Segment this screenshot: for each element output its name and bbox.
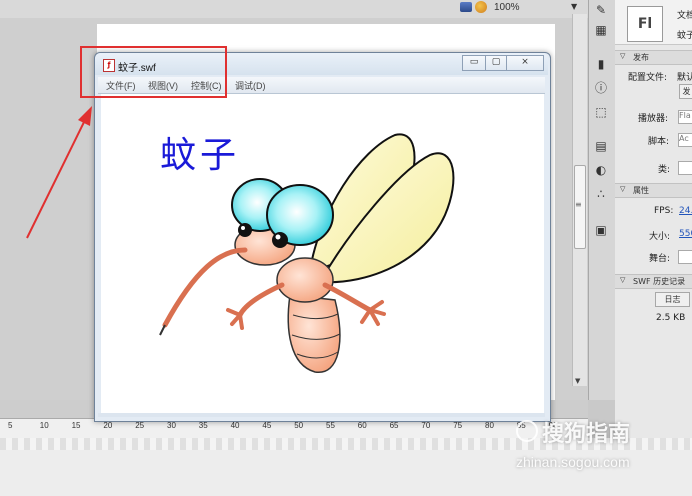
info-icon[interactable]: ⓘ <box>593 80 609 96</box>
watermark-url: zhinan.sogou.com <box>516 454 630 470</box>
ruler-tick-label: 75 <box>453 421 463 430</box>
ruler-tick-label: 45 <box>262 421 272 430</box>
file-size: 2.5 KB <box>656 313 686 323</box>
highlight-box <box>80 46 227 98</box>
ruler-labels: 5 10 15 20 25 30 35 40 45 50 55 60 65 70 75 80 85 90 <box>0 421 588 433</box>
ruler-tick-label: 55 <box>326 421 335 430</box>
section-swf-history[interactable]: ▽ SWF 历史记录 <box>615 274 692 289</box>
brush-tool-icon[interactable]: ✎ <box>593 2 609 18</box>
ruler-tick-label: 20 <box>103 421 113 430</box>
ruler-tick-label: 50 <box>294 421 304 430</box>
color-icon[interactable]: ◐ <box>593 162 609 178</box>
doc-type-label: 文档 <box>677 11 692 21</box>
collapse-icon[interactable]: ▽ <box>620 185 625 193</box>
edit-scene-icon[interactable] <box>460 2 472 12</box>
ruler-tick-label: 15 <box>71 421 81 430</box>
zoom-controls[interactable]: 100% <box>460 0 520 14</box>
player-label: 播放器: <box>638 114 669 124</box>
ruler-tick-label: 25 <box>135 421 145 430</box>
ruler-tick-label: 30 <box>167 421 176 430</box>
size-label: 大小: <box>649 232 671 242</box>
collapse-icon[interactable]: ▽ <box>620 276 625 284</box>
chevron-down-icon[interactable]: ▼ <box>571 2 577 11</box>
size-value[interactable]: 550 <box>679 229 692 239</box>
ruler-tick-label: 70 <box>421 421 431 430</box>
component-icon[interactable]: ▦ <box>593 22 609 38</box>
swatches-icon[interactable]: ∴ <box>593 186 609 202</box>
stage-label: 舞台: <box>649 254 671 264</box>
script-select[interactable]: Ac <box>678 133 692 147</box>
ruler-tick-label: 40 <box>230 421 240 430</box>
fps-value[interactable]: 24. <box>679 206 692 216</box>
ruler-tick-label: 5 <box>8 421 13 430</box>
class-input[interactable] <box>678 161 692 175</box>
library-icon[interactable]: ▣ <box>593 222 609 238</box>
watermark-brand: 搜狗指南 <box>542 422 631 447</box>
stage-color-swatch[interactable] <box>678 250 692 264</box>
section-publish[interactable]: ▽ 发布 <box>615 50 692 65</box>
collapse-icon[interactable]: ▽ <box>620 52 625 60</box>
align-icon[interactable]: ▮ <box>593 56 609 72</box>
log-button[interactable]: 日志 <box>655 292 690 307</box>
edit-symbol-icon[interactable] <box>475 1 487 13</box>
publish-settings-button[interactable]: 发 <box>679 84 692 99</box>
scrollbar-grip-icon: ≡ <box>575 200 582 209</box>
sogou-logo-icon <box>516 420 538 442</box>
transform-icon[interactable]: ⬚ <box>593 104 609 120</box>
history-icon[interactable]: ▤ <box>593 138 609 154</box>
script-label: 脚本: <box>648 137 670 147</box>
profile-value: 默认 <box>677 73 692 83</box>
profile-label: 配置文件: <box>628 73 668 83</box>
player-select[interactable]: Fla <box>678 110 692 124</box>
close-button[interactable]: ⨯ <box>506 55 544 71</box>
ruler-tick-label: 80 <box>485 421 494 430</box>
window-bottom-border <box>98 413 545 417</box>
properties-panel <box>615 0 692 438</box>
mosquito-illustration <box>159 133 455 373</box>
scroll-down-icon[interactable]: ▼ <box>575 377 580 385</box>
ruler-tick-label: 60 <box>357 421 367 430</box>
section-properties[interactable]: ▽ 属性 <box>615 183 692 198</box>
ruler-tick-label: 10 <box>39 421 49 430</box>
menu-debug[interactable]: 调试(D) <box>235 79 266 92</box>
ruler-tick-label: 35 <box>198 421 208 430</box>
minimize-button[interactable]: ▭ <box>462 55 486 71</box>
zoom-value[interactable]: 100% <box>494 2 520 13</box>
maximize-button[interactable]: ▢ <box>485 55 507 71</box>
ruler-tick-label: 65 <box>389 421 399 430</box>
class-label: 类: <box>658 165 671 175</box>
fps-label: FPS: <box>654 206 674 216</box>
doc-name: 蚊子 <box>677 31 692 41</box>
flash-logo: Fl <box>627 6 663 42</box>
